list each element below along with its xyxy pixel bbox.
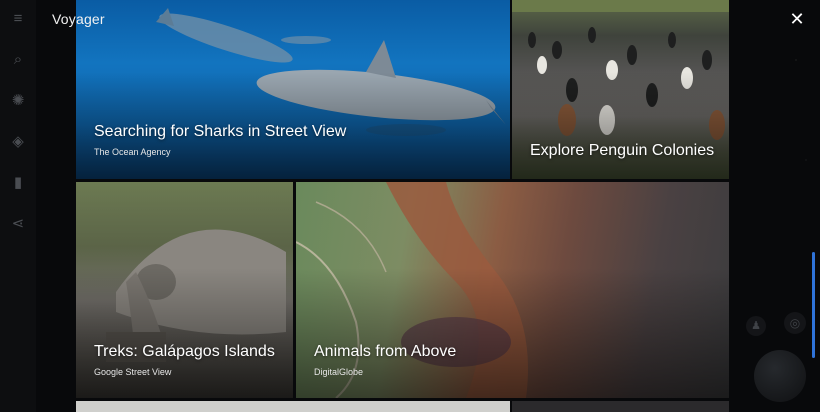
card-shade [296, 268, 729, 398]
random-icon[interactable]: ◈ [9, 133, 27, 151]
voyager-icon[interactable]: ✺ [9, 92, 27, 110]
search-icon[interactable]: ⌕ [9, 51, 27, 69]
location-icon[interactable]: ◎ [784, 312, 806, 334]
pegman-icon[interactable]: ♟ [746, 316, 766, 336]
card-subtitle: DigitalGlobe [314, 367, 364, 377]
card-title: Searching for Sharks in Street View [94, 123, 347, 140]
card-partial[interactable] [512, 401, 729, 412]
globe-icon[interactable] [754, 350, 806, 402]
card-title: Animals from Above [314, 343, 457, 360]
card-penguins[interactable]: Explore Penguin Colonies [512, 0, 729, 179]
bookmark-icon[interactable]: ▮ [9, 174, 27, 192]
card-title: Treks: Galápagos Islands [94, 343, 275, 360]
card-shade [76, 268, 293, 398]
menu-icon[interactable]: ≡ [9, 10, 27, 28]
card-shade [512, 71, 729, 179]
card-subtitle: Google Street View [94, 367, 172, 377]
card-partial[interactable] [76, 401, 510, 412]
card-sharks[interactable]: Searching for Sharks in Street View The … [76, 0, 510, 179]
card-tortoise[interactable]: Treks: Galápagos Islands Google Street V… [76, 182, 293, 398]
card-title: Explore Penguin Colonies [530, 142, 715, 159]
sidebar: ≡ ⌕ ✺ ◈ ▮ ⋖ [0, 0, 36, 412]
scrollbar[interactable] [812, 252, 815, 358]
card-animals-from-above[interactable]: Animals from Above DigitalGlobe [296, 182, 729, 398]
card-subtitle: The Ocean Agency [94, 147, 171, 157]
share-icon[interactable]: ⋖ [9, 215, 27, 233]
page-title: Voyager [52, 11, 105, 27]
close-icon[interactable]: ✕ [786, 8, 808, 30]
